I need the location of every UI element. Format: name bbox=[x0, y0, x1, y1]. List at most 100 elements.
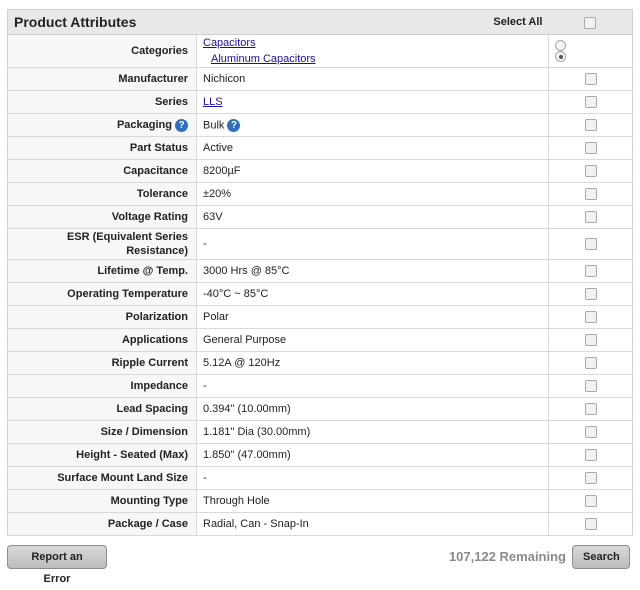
attribute-label: Height - Seated (Max) bbox=[7, 443, 197, 467]
attribute-label: Packaging? bbox=[7, 113, 197, 137]
attribute-check-cell bbox=[548, 259, 633, 283]
attribute-checkbox[interactable] bbox=[584, 357, 597, 370]
attribute-label-text: Series bbox=[154, 96, 188, 108]
attribute-label: Ripple Current bbox=[7, 351, 197, 375]
attribute-checkbox[interactable] bbox=[584, 73, 597, 86]
categories-label: Categories bbox=[7, 34, 197, 68]
attribute-label-text: Tolerance bbox=[136, 188, 188, 200]
attribute-value-text: Polar bbox=[203, 311, 229, 323]
select-all-label: Select All bbox=[196, 9, 549, 35]
attribute-row-impedance: Impedance - bbox=[7, 374, 633, 398]
attribute-label: Lead Spacing bbox=[7, 397, 197, 421]
attribute-value: Polar bbox=[196, 305, 549, 329]
attribute-value: General Purpose bbox=[196, 328, 549, 352]
attribute-checkbox[interactable] bbox=[584, 165, 597, 178]
attribute-checkbox[interactable] bbox=[584, 426, 597, 439]
search-button[interactable]: Search bbox=[572, 545, 630, 569]
attribute-value: - bbox=[196, 466, 549, 490]
attribute-value: Nichicon bbox=[196, 67, 549, 91]
attribute-label-text: Capacitance bbox=[123, 165, 188, 177]
attribute-label-text: Ripple Current bbox=[111, 357, 188, 369]
attribute-row-part-status: Part Status Active bbox=[7, 136, 633, 160]
attribute-label-text: Lead Spacing bbox=[116, 403, 188, 415]
attribute-label: ESR (Equivalent Series Resistance) bbox=[7, 228, 197, 260]
attribute-row-series: Series LLS bbox=[7, 90, 633, 114]
attribute-label-text: Impedance bbox=[130, 380, 188, 392]
attribute-value-text: 1.850" (47.00mm) bbox=[203, 449, 291, 461]
attribute-checkbox[interactable] bbox=[584, 380, 597, 393]
attribute-checkbox[interactable] bbox=[584, 288, 597, 301]
attribute-label: Operating Temperature bbox=[7, 282, 197, 306]
attribute-checkbox[interactable] bbox=[584, 334, 597, 347]
attribute-checkbox[interactable] bbox=[584, 472, 597, 485]
category-link-aluminum-capacitors[interactable]: Aluminum Capacitors bbox=[211, 53, 316, 65]
attribute-value: 63V bbox=[196, 205, 549, 229]
attribute-value: 3000 Hrs @ 85°C bbox=[196, 259, 549, 283]
attribute-label-text: Applications bbox=[121, 334, 188, 346]
attribute-row-height-seated-max: Height - Seated (Max) 1.850" (47.00mm) bbox=[7, 443, 633, 467]
attribute-check-cell bbox=[548, 466, 633, 490]
attribute-value-text: General Purpose bbox=[203, 334, 287, 346]
attribute-value: 1.181" Dia (30.00mm) bbox=[196, 420, 549, 444]
attribute-value-text: 0.394" (10.00mm) bbox=[203, 403, 291, 415]
panel-title: Product Attributes bbox=[7, 9, 197, 35]
attribute-checkbox[interactable] bbox=[584, 495, 597, 508]
help-icon[interactable]: ? bbox=[227, 118, 241, 132]
attribute-check-cell bbox=[548, 374, 633, 398]
attribute-checkbox[interactable] bbox=[584, 211, 597, 224]
attribute-value: Bulk? bbox=[196, 113, 549, 137]
category-radio-aluminum-capacitors[interactable] bbox=[555, 51, 566, 62]
category-radio-capacitors[interactable] bbox=[555, 40, 566, 51]
categories-row: Categories Capacitors Aluminum Capacitor… bbox=[7, 34, 633, 68]
attribute-value: 0.394" (10.00mm) bbox=[196, 397, 549, 421]
attribute-checkbox[interactable] bbox=[584, 142, 597, 155]
attribute-row-mounting-type: Mounting Type Through Hole bbox=[7, 489, 633, 513]
attribute-value-text: 1.181" Dia (30.00mm) bbox=[203, 426, 311, 438]
attribute-checkbox[interactable] bbox=[584, 311, 597, 324]
attribute-check-cell bbox=[548, 182, 633, 206]
attribute-value-text: Through Hole bbox=[203, 495, 270, 507]
attribute-label-text: Polarization bbox=[125, 311, 188, 323]
attribute-checkbox[interactable] bbox=[584, 96, 597, 109]
footer-bar: Report an Error 107,122 Remaining Search bbox=[7, 545, 632, 585]
attribute-label-text: ESR (Equivalent Series Resistance) bbox=[66, 231, 188, 257]
attribute-row-surface-mount-land-size: Surface Mount Land Size - bbox=[7, 466, 633, 490]
attribute-value: - bbox=[196, 228, 549, 260]
attribute-row-package-case: Package / Case Radial, Can - Snap-In bbox=[7, 512, 633, 536]
attribute-checkbox[interactable] bbox=[584, 403, 597, 416]
attribute-check-cell bbox=[548, 512, 633, 536]
attribute-check-cell bbox=[548, 205, 633, 229]
attribute-label-text: Package / Case bbox=[107, 518, 188, 530]
attribute-label: Lifetime @ Temp. bbox=[7, 259, 197, 283]
attribute-label: Mounting Type bbox=[7, 489, 197, 513]
attribute-check-cell bbox=[548, 90, 633, 114]
attribute-row-size-dimension: Size / Dimension 1.181" Dia (30.00mm) bbox=[7, 420, 633, 444]
attribute-checkbox[interactable] bbox=[584, 265, 597, 278]
report-error-button[interactable]: Report an Error bbox=[7, 545, 107, 585]
attribute-value-link[interactable]: LLS bbox=[203, 96, 223, 108]
attribute-checkbox[interactable] bbox=[584, 518, 597, 531]
attribute-row-capacitance: Capacitance 8200µF bbox=[7, 159, 633, 183]
attribute-checkbox[interactable] bbox=[584, 119, 597, 132]
attribute-checkbox[interactable] bbox=[584, 188, 597, 201]
attribute-label-text: Surface Mount Land Size bbox=[57, 472, 188, 484]
attribute-label-text: Height - Seated (Max) bbox=[76, 449, 188, 461]
attribute-label: Tolerance bbox=[7, 182, 197, 206]
attribute-checkbox[interactable] bbox=[584, 449, 597, 462]
attribute-value-text: - bbox=[203, 380, 207, 392]
attributes-table: Product Attributes Select All Categories… bbox=[7, 9, 633, 536]
attribute-row-polarization: Polarization Polar bbox=[7, 305, 633, 329]
attribute-row-tolerance: Tolerance ±20% bbox=[7, 182, 633, 206]
category-link-capacitors[interactable]: Capacitors bbox=[203, 37, 256, 49]
attribute-row-esr-equivalent-series-resistance: ESR (Equivalent Series Resistance) - bbox=[7, 228, 633, 260]
attribute-checkbox[interactable] bbox=[584, 238, 597, 251]
categories-radio-cell bbox=[548, 34, 633, 68]
select-all-checkbox[interactable] bbox=[584, 17, 597, 30]
attribute-check-cell bbox=[548, 67, 633, 91]
attribute-row-lead-spacing: Lead Spacing 0.394" (10.00mm) bbox=[7, 397, 633, 421]
help-icon[interactable]: ? bbox=[175, 118, 188, 132]
attribute-label: Series bbox=[7, 90, 197, 114]
attribute-value-text: Bulk bbox=[203, 118, 225, 131]
attribute-check-cell bbox=[548, 443, 633, 467]
attribute-value: ±20% bbox=[196, 182, 549, 206]
